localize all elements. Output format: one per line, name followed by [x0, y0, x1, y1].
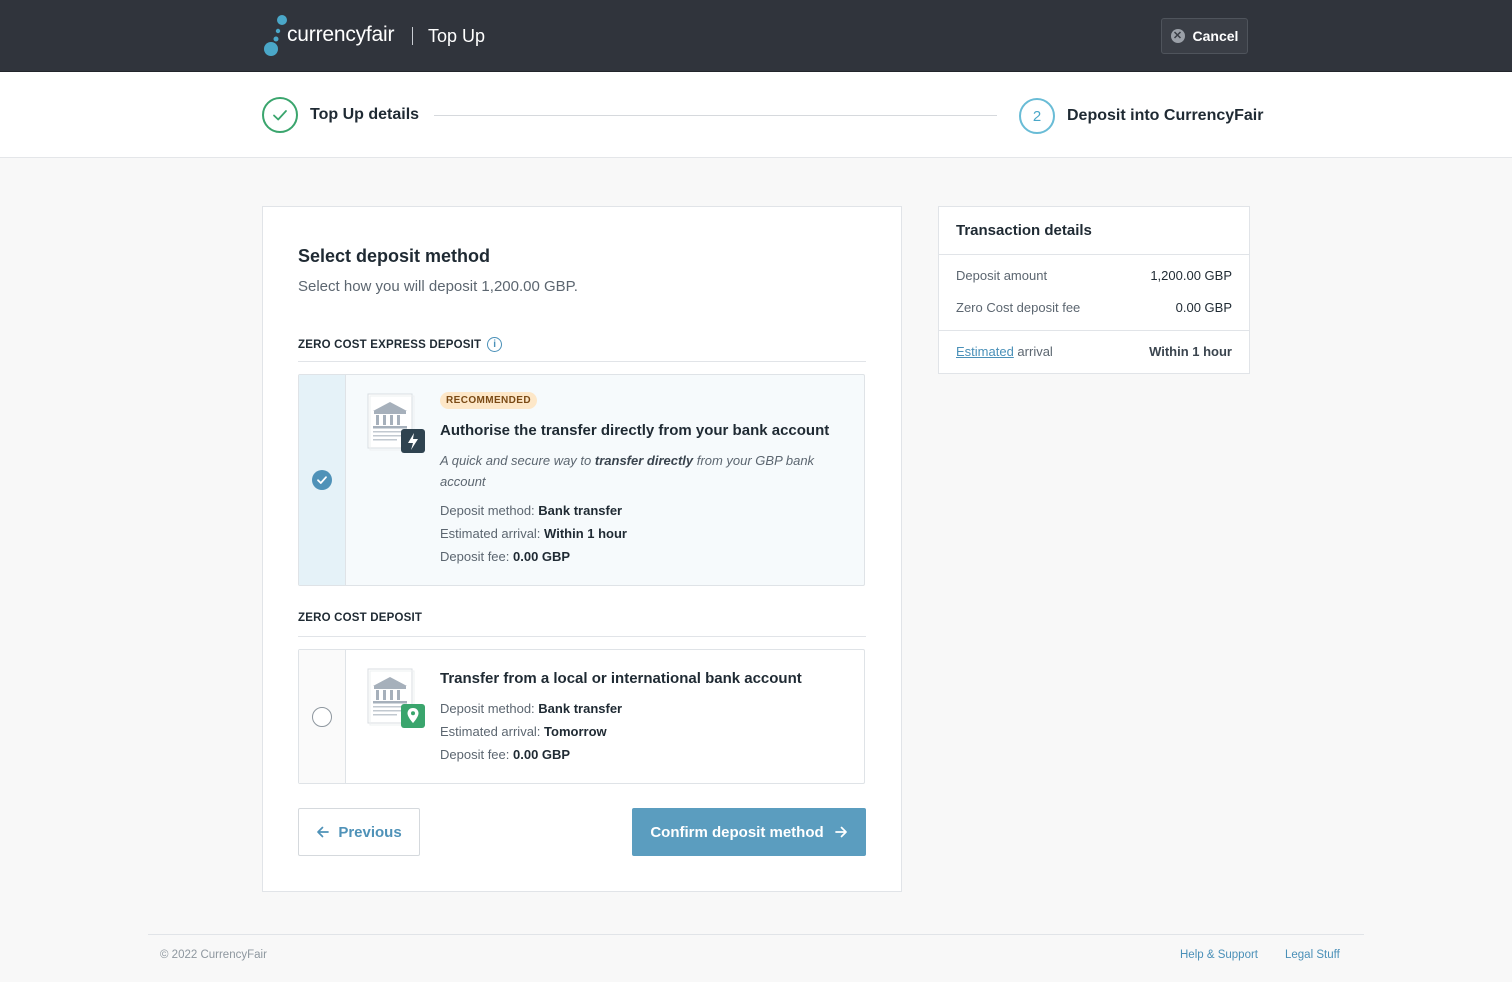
arrival-line: Estimated arrival: Within 1 hour: [440, 526, 627, 541]
check-icon: [317, 476, 327, 484]
estimated-link[interactable]: Estimated: [956, 344, 1014, 359]
copyright-text: © 2022 CurrencyFair: [160, 949, 267, 961]
transaction-details-panel: Transaction details Deposit amount 1,200…: [938, 206, 1250, 374]
arrow-right-icon: [834, 826, 847, 838]
arrival-value: Tomorrow: [544, 724, 607, 739]
method-label: Deposit method:: [440, 701, 535, 716]
bank-location-icon: [367, 668, 425, 728]
method-value: Bank transfer: [538, 503, 623, 518]
section-heading-express: ZERO COST EXPRESS DEPOSIT i: [298, 337, 503, 352]
deposit-fee-value: 0.00 GBP: [1175, 300, 1232, 315]
recommended-badge: RECOMMENDED: [440, 392, 537, 409]
section-divider: [298, 361, 866, 362]
step-2-number: 2: [1019, 98, 1055, 134]
deposit-amount-value: 1,200.00 GBP: [1150, 268, 1232, 283]
arrival-value: Within 1 hour: [1149, 344, 1232, 359]
card-subtitle: Select how you will deposit 1,200.00 GBP…: [298, 278, 578, 295]
radio-column: [299, 650, 346, 783]
section-heading-label: ZERO COST EXPRESS DEPOSIT: [298, 338, 482, 351]
deposit-method-line: Deposit method: Bank transfer: [440, 701, 622, 716]
arrival-line: Estimated arrival: Tomorrow: [440, 724, 607, 739]
section-heading-label: ZERO COST DEPOSIT: [298, 612, 423, 624]
fee-value: 0.00 GBP: [513, 747, 571, 762]
arrow-left-icon: [317, 826, 330, 838]
cancel-button-label: Cancel: [1192, 28, 1239, 44]
option-description: A quick and secure way to transfer direc…: [440, 450, 840, 492]
section-heading-standard: ZERO COST DEPOSIT: [298, 612, 422, 624]
page-title: Top Up: [428, 26, 486, 46]
step-2-label: Deposit into CurrencyFair: [1067, 107, 1264, 124]
method-value: Bank transfer: [538, 701, 623, 716]
panel-divider: [939, 330, 1249, 331]
info-icon[interactable]: i: [487, 337, 503, 352]
deposit-fee-label: Zero Cost deposit fee: [956, 300, 1081, 315]
description-emphasis: transfer directly: [594, 453, 694, 468]
step-complete-icon: [262, 97, 298, 133]
footer-divider: [148, 934, 1364, 935]
top-bar: [0, 0, 1512, 72]
legal-stuff-link[interactable]: Legal Stuff: [1285, 949, 1340, 961]
fee-line: Deposit fee: 0.00 GBP: [440, 549, 570, 564]
deposit-option-express[interactable]: RECOMMENDED Authorise the transfer direc…: [298, 374, 865, 586]
help-support-link[interactable]: Help & Support: [1180, 949, 1258, 961]
arrival-value: Within 1 hour: [544, 526, 627, 541]
previous-button[interactable]: Previous: [298, 808, 420, 856]
arrival-label: Estimated arrival: [956, 344, 1053, 359]
fee-label: Deposit fee:: [440, 747, 510, 762]
method-label: Deposit method:: [440, 503, 535, 518]
radio-column: [299, 375, 346, 585]
radio-unchecked-icon[interactable]: [312, 707, 332, 727]
logo-wordmark: currencyfair: [287, 23, 395, 46]
step-connector: [434, 115, 997, 116]
description-prefix: A quick and secure way to: [440, 453, 595, 468]
arrival-label-rest: arrival: [1013, 344, 1053, 359]
card-title: Select deposit method: [298, 246, 491, 266]
deposit-method-line: Deposit method: Bank transfer: [440, 503, 622, 518]
confirm-button-label: Confirm deposit method: [650, 823, 824, 841]
deposit-amount-row: Deposit amount 1,200.00 GBP: [956, 268, 1232, 283]
arrival-label: Estimated arrival:: [440, 526, 541, 541]
fee-line: Deposit fee: 0.00 GBP: [440, 747, 570, 762]
option-title: Transfer from a local or international b…: [440, 670, 802, 687]
fee-value: 0.00 GBP: [513, 549, 571, 564]
bank-lightning-icon: [367, 393, 425, 453]
panel-title: Transaction details: [956, 222, 1092, 239]
deposit-amount-label: Deposit amount: [956, 268, 1048, 283]
arrival-label: Estimated arrival:: [440, 724, 541, 739]
panel-divider: [939, 254, 1249, 255]
progress-stepper: Top Up details 2 Deposit into CurrencyFa…: [0, 72, 1512, 158]
section-divider: [298, 636, 866, 637]
step-1-label: Top Up details: [310, 106, 420, 123]
close-circle-icon: ✕: [1170, 29, 1185, 43]
previous-button-label: Previous: [338, 823, 402, 841]
radio-checked-icon[interactable]: [312, 470, 332, 490]
arrival-row: Estimated arrival Within 1 hour: [956, 344, 1232, 359]
deposit-fee-row: Zero Cost deposit fee 0.00 GBP: [956, 300, 1232, 315]
header-divider: [412, 27, 413, 45]
option-title: Authorise the transfer directly from you…: [440, 422, 830, 439]
fee-label: Deposit fee:: [440, 549, 510, 564]
confirm-deposit-method-button[interactable]: Confirm deposit method: [632, 808, 866, 856]
check-icon: [273, 110, 287, 121]
cancel-button[interactable]: ✕ Cancel: [1161, 18, 1248, 54]
deposit-option-standard[interactable]: Transfer from a local or international b…: [298, 649, 865, 784]
